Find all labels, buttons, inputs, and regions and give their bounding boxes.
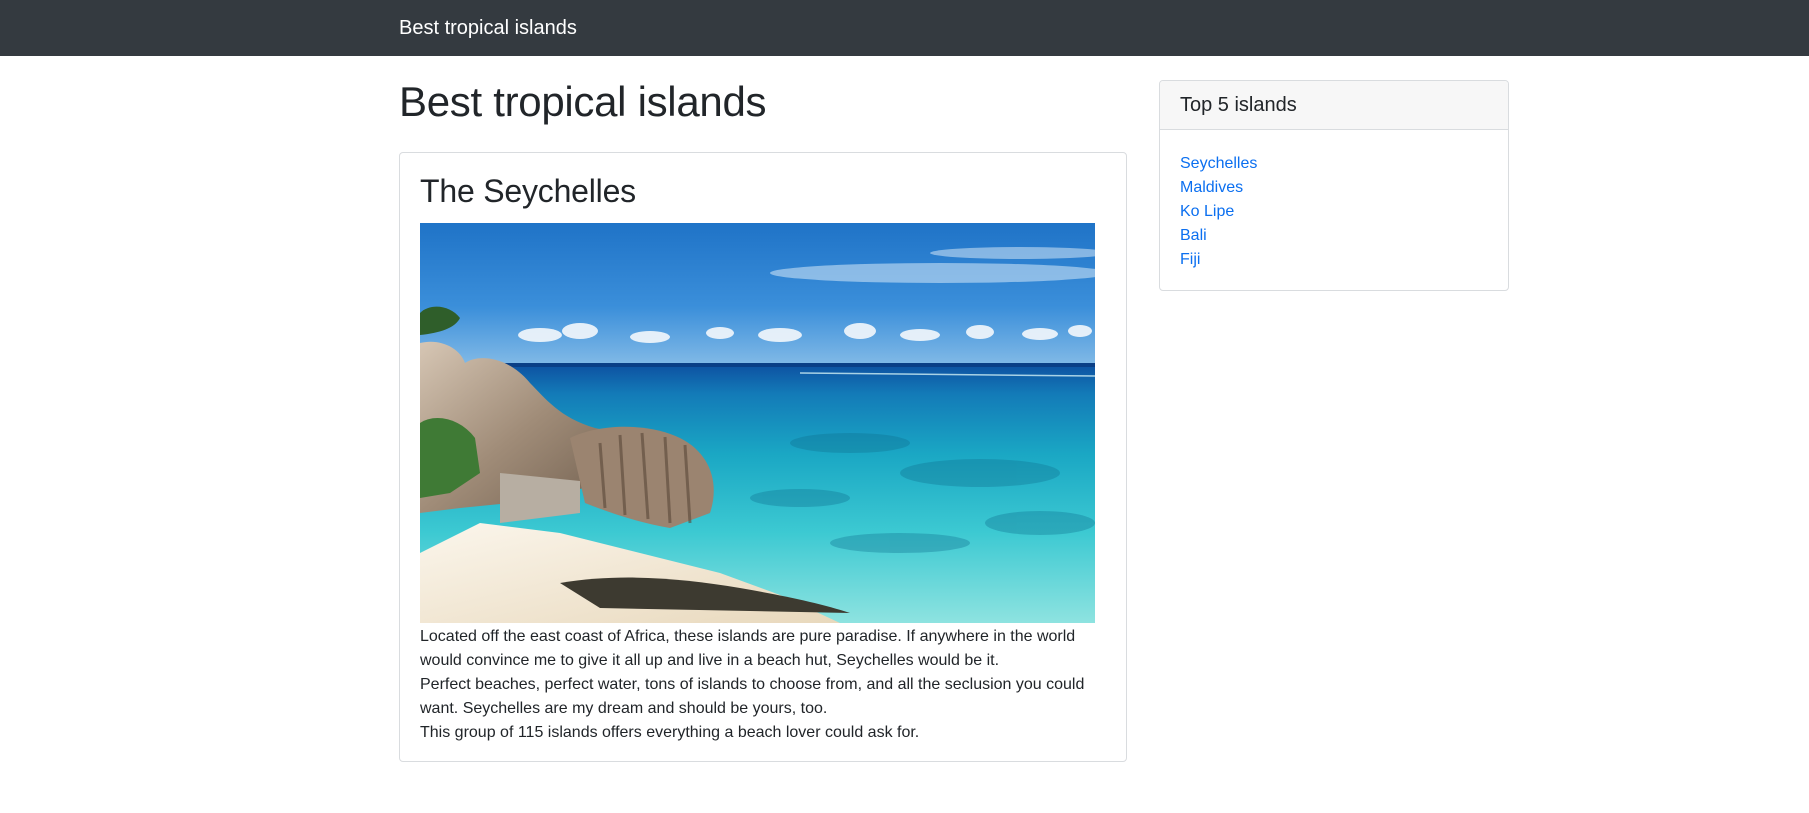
article-body: Located off the east coast of Africa, th… — [420, 625, 1110, 745]
seychelles-beach-image — [420, 223, 1095, 623]
top-islands-card: Top 5 islands Seychelles Maldives Ko Lip… — [1159, 80, 1509, 291]
top-navbar: Best tropical islands — [0, 0, 1809, 56]
list-item: Ko Lipe — [1180, 200, 1488, 224]
island-link-seychelles[interactable]: Seychelles — [1180, 155, 1257, 172]
island-link-ko-lipe[interactable]: Ko Lipe — [1180, 203, 1234, 220]
page-title: Best tropical islands — [399, 78, 767, 125]
list-item: Bali — [1180, 224, 1488, 248]
article-card: The Seychelles Located off the east coas… — [399, 152, 1127, 762]
list-item: Maldives — [1180, 176, 1488, 200]
list-item: Seychelles — [1180, 152, 1488, 176]
island-link-bali[interactable]: Bali — [1180, 227, 1207, 244]
article-paragraph-1: Located off the east coast of Africa, th… — [420, 628, 1076, 669]
article-paragraph-3: This group of 115 islands offers everyth… — [420, 724, 920, 741]
navbar-brand-link[interactable]: Best tropical islands — [399, 0, 577, 56]
article-paragraph-2: Perfect beaches, perfect water, tons of … — [420, 676, 1085, 717]
list-item: Fiji — [1180, 248, 1488, 272]
top-islands-header: Top 5 islands — [1160, 81, 1508, 130]
article-image — [420, 223, 1095, 623]
island-link-maldives[interactable]: Maldives — [1180, 179, 1243, 196]
top-islands-list: Seychelles Maldives Ko Lipe Bali Fiji — [1160, 130, 1508, 272]
article-title: The Seychelles — [420, 173, 636, 209]
island-link-fiji[interactable]: Fiji — [1180, 251, 1200, 268]
